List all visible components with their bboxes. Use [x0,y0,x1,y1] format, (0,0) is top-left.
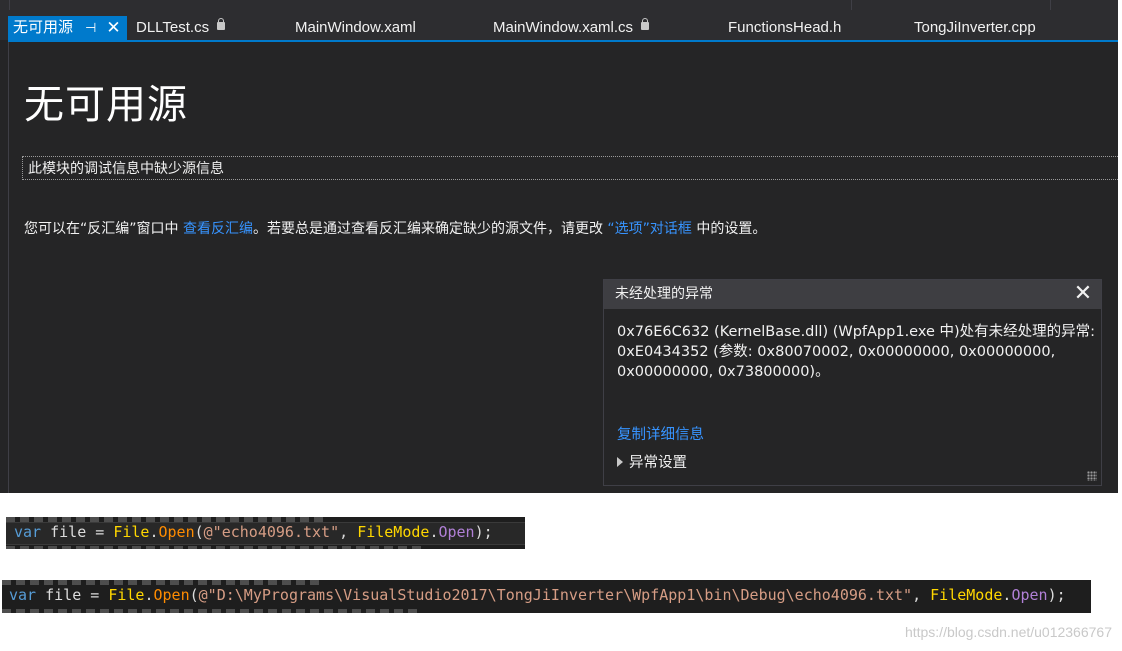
ide-window: 无可用源 ⊣ ✕ DLLTest.cs MainWindow.xaml MainWi… [0,0,1118,493]
tab-label: TongJiInverter.cpp [914,19,1036,36]
code-punct: ); [474,523,493,541]
code-string: @"echo4096.txt" [203,523,340,541]
divider [9,0,10,10]
divider [8,42,9,493]
code-enum-member: Open [438,523,475,541]
code-identifier: file = [36,586,109,604]
watermark: https://blog.csdn.net/u012366767 [904,624,1112,640]
code-line: var file = File.Open(@"echo4096.txt", Fi… [14,523,493,541]
hint-text: 您可以在“反汇编”窗口中 查看反汇编。若要总是通过查看反汇编来确定缺少的源文件，… [24,218,766,238]
page-title: 无可用源 [24,82,188,128]
lock-icon [641,18,650,31]
exception-message: 0x76E6C632 (KernelBase.dll) (WpfApp1.exe… [617,324,1096,380]
code-punct: , [912,586,931,604]
tab-no-source[interactable]: 无可用源 ⊣ ✕ [8,16,127,40]
code-line: var file = File.Open(@"D:\MyPrograms\Vis… [9,586,1066,604]
code-type: FileMode [357,523,430,541]
code-snippet-relative-path: var file = File.Open(@"echo4096.txt", Fi… [6,517,525,549]
info-box: 此模块的调试信息中缺少源信息 [22,156,1118,180]
divider [851,0,852,10]
copy-details-link[interactable]: 复制详细信息 [617,423,704,444]
close-icon[interactable]: ✕ [1071,282,1095,306]
code-punct: ( [194,523,204,541]
tab-label: DLLTest.cs [136,19,210,36]
tab-dlltest-cs[interactable]: DLLTest.cs [136,16,226,40]
exception-popup: 未经处理的异常 ✕ 0x76E6C632 (KernelBase.dll) (W… [603,279,1102,486]
code-punct: ( [189,586,199,604]
code-punct: . [149,523,159,541]
code-enum-member: Open [1011,586,1048,604]
hint-suffix: 中的设置。 [691,221,767,237]
hint-middle: 。若要总是通过查看反汇编来确定缺少的源文件，请更改 [252,221,608,237]
hint-prefix: 您可以在“反汇编”窗口中 [24,221,183,237]
code-identifier: file = [41,523,114,541]
code-string: @"D:\MyPrograms\VisualStudio2017\TongJiI… [198,586,913,604]
close-icon[interactable]: ✕ [106,16,120,40]
pin-icon[interactable]: ⊣ [85,16,96,40]
tab-mainwindow-xaml[interactable]: MainWindow.xaml [295,16,416,40]
code-method: Open [153,586,190,604]
tab-label: MainWindow.xaml [295,19,416,36]
tab-label: FunctionsHead.h [728,19,842,36]
code-snippet-absolute-path: var file = File.Open(@"D:\MyPrograms\Vis… [2,580,1091,613]
info-text: 此模块的调试信息中缺少源信息 [28,161,224,177]
tab-tongjiinverter-cpp[interactable]: TongJiInverter.cpp [914,16,1036,40]
code-keyword: var [9,586,37,604]
code-type: File [108,586,145,604]
cut-line [2,609,422,613]
tab-label: MainWindow.xaml.cs [493,19,634,36]
tab-mainwindow-xaml-cs[interactable]: MainWindow.xaml.cs [493,16,650,40]
code-punct: ); [1047,586,1066,604]
resize-grip-icon[interactable] [1087,471,1097,481]
options-dialog-link[interactable]: “选项”对话框 [607,221,692,237]
cut-line [2,580,322,585]
tab-label: 无可用源 [13,19,74,36]
triangle-right-icon [617,457,623,467]
view-disassembly-link[interactable]: 查看反汇编 [183,221,253,237]
exception-header: 未经处理的异常 ✕ [604,280,1101,309]
exception-title: 未经处理的异常 [615,286,713,302]
code-punct: , [339,523,358,541]
tab-functionshead-h[interactable]: FunctionsHead.h [728,16,841,40]
exception-settings-toggle[interactable]: 异常设置 [617,451,687,472]
code-method: Open [158,523,195,541]
code-keyword: var [14,523,42,541]
code-type: File [113,523,150,541]
code-type: FileMode [930,586,1003,604]
cut-line [6,546,426,549]
lock-icon [217,18,226,31]
document-tab-bar: 无可用源 ⊣ ✕ DLLTest.cs MainWindow.xaml MainWi… [0,0,1118,42]
exception-settings-label: 异常设置 [629,455,687,471]
divider [1050,0,1051,10]
code-punct: . [144,586,154,604]
